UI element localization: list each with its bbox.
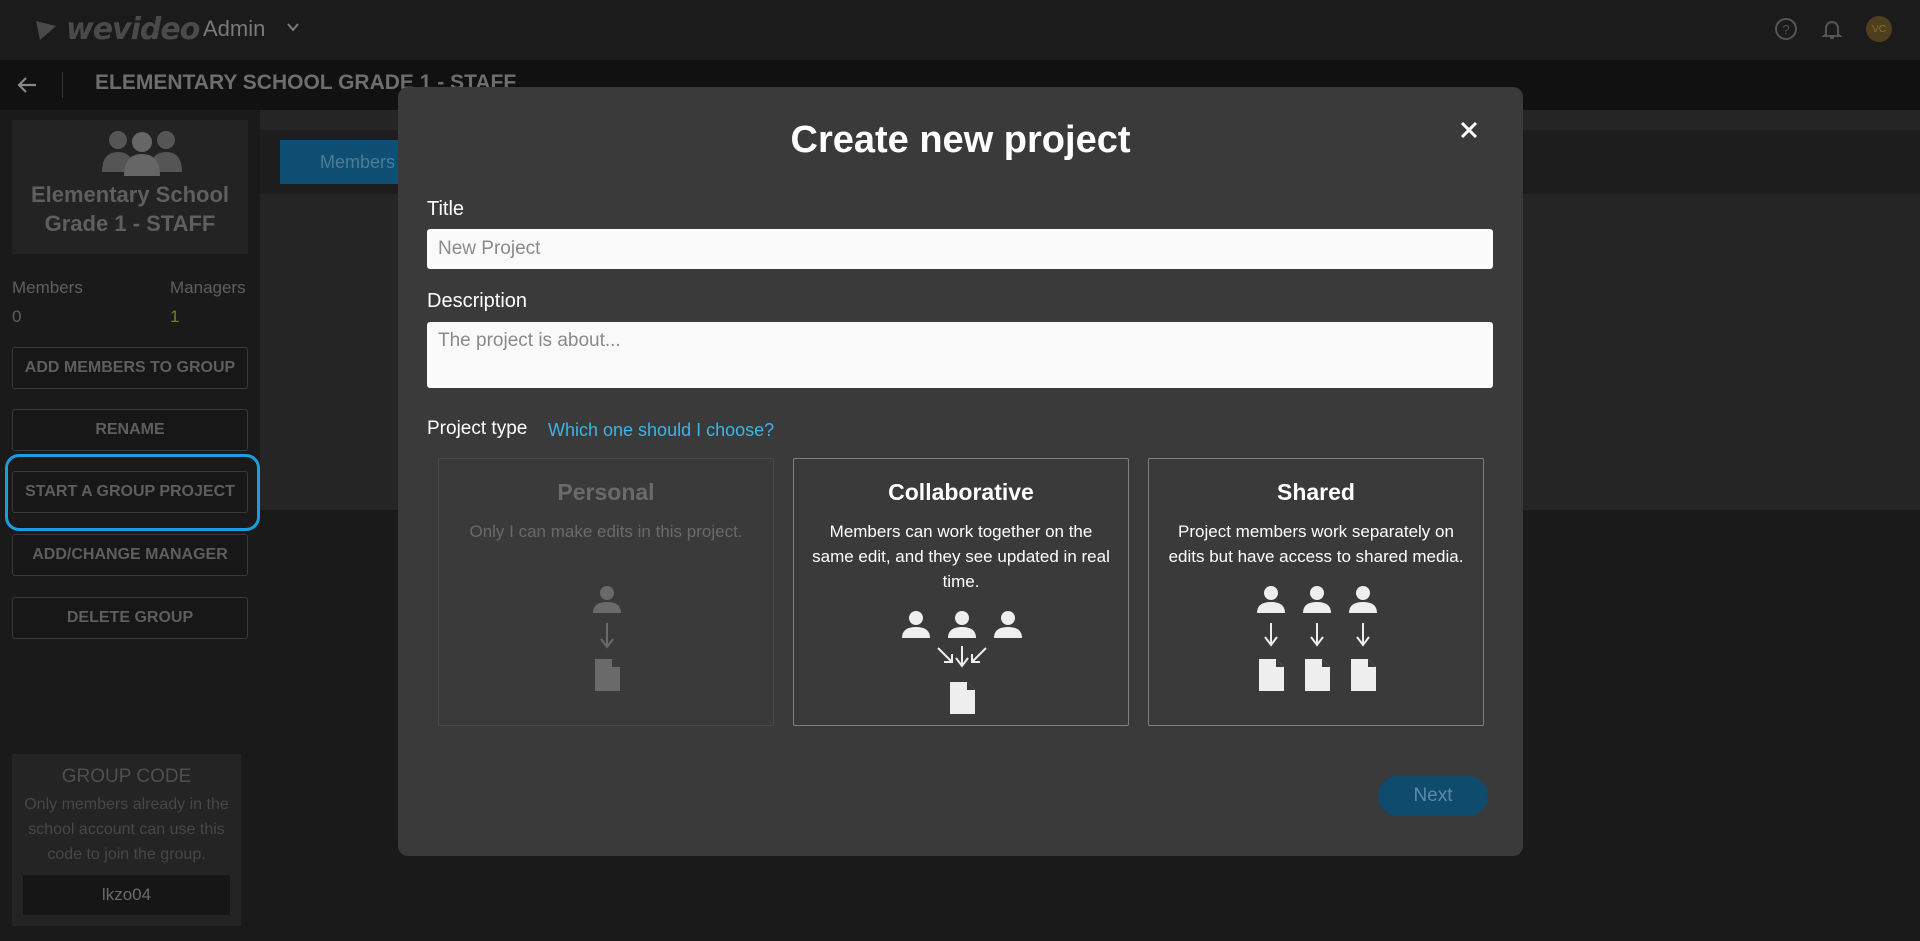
divider: [62, 72, 63, 98]
group-code-panel: GROUP CODE Only members already in the s…: [12, 754, 241, 926]
group-name: Elementary School Grade 1 - STAFF: [30, 182, 230, 236]
delete-group-button[interactable]: DELETE GROUP: [12, 597, 248, 639]
card-title: Shared: [1277, 479, 1355, 505]
svg-text:?: ?: [1782, 22, 1789, 37]
add-members-button[interactable]: ADD MEMBERS TO GROUP: [12, 347, 248, 389]
personal-flow-icon: [593, 586, 621, 691]
managers-count[interactable]: 1: [170, 307, 179, 327]
project-type-label: Project type: [427, 418, 528, 439]
role-menu[interactable]: Admin: [203, 16, 265, 42]
shared-flow-icon: [1257, 586, 1377, 691]
brand-logo[interactable]: wevideo: [34, 12, 200, 47]
card-title: Collaborative: [888, 479, 1034, 505]
help-icon[interactable]: ?: [1774, 17, 1798, 41]
modal-title: Create new project: [790, 119, 1131, 161]
group-code-title: GROUP CODE: [61, 766, 192, 787]
next-button[interactable]: Next: [1378, 776, 1488, 816]
members-count: 0: [12, 307, 22, 326]
collaborative-type-card[interactable]: Collaborative Members can work together …: [793, 458, 1129, 726]
bell-icon[interactable]: [1820, 17, 1844, 41]
play-logo-icon: [36, 20, 56, 40]
rename-button[interactable]: RENAME: [12, 409, 248, 451]
back-arrow-icon[interactable]: [16, 74, 38, 96]
card-description: Project members work separately on edits…: [1168, 522, 1464, 566]
top-bar: wevideo Admin ? VC: [0, 0, 1920, 60]
shared-type-card[interactable]: Shared Project members work separately o…: [1148, 458, 1484, 726]
close-icon[interactable]: [1458, 119, 1480, 141]
card-title: Personal: [557, 479, 655, 505]
managers-label: Managers: [170, 278, 246, 297]
card-description: Members can work together on the same ed…: [812, 522, 1110, 591]
group-code-description: Only members already in the school accou…: [24, 796, 229, 863]
chevron-down-icon[interactable]: [286, 20, 300, 34]
avatar[interactable]: VC: [1866, 16, 1892, 42]
collaborative-flow-icon: [902, 611, 1022, 714]
which-one-help-link[interactable]: Which one should I choose?: [548, 420, 774, 441]
brand-name: wevideo: [66, 12, 200, 47]
description-textarea[interactable]: [427, 322, 1493, 388]
title-input[interactable]: [427, 229, 1493, 269]
title-label: Title: [427, 198, 465, 220]
create-project-modal: Create new project Title Description Pro…: [398, 87, 1523, 856]
group-card: Elementary School Grade 1 - STAFF: [12, 120, 248, 254]
add-change-manager-button[interactable]: ADD/CHANGE MANAGER: [12, 534, 248, 576]
members-label: Members: [12, 278, 83, 297]
personal-type-card: Personal Only I can make edits in this p…: [438, 458, 774, 726]
description-label: Description: [427, 290, 528, 312]
card-description: Only I can make edits in this project.: [469, 522, 743, 541]
group-code-value[interactable]: lkzo04: [23, 875, 230, 915]
group-people-icon: [102, 131, 182, 176]
highlight-ring: [5, 454, 260, 531]
